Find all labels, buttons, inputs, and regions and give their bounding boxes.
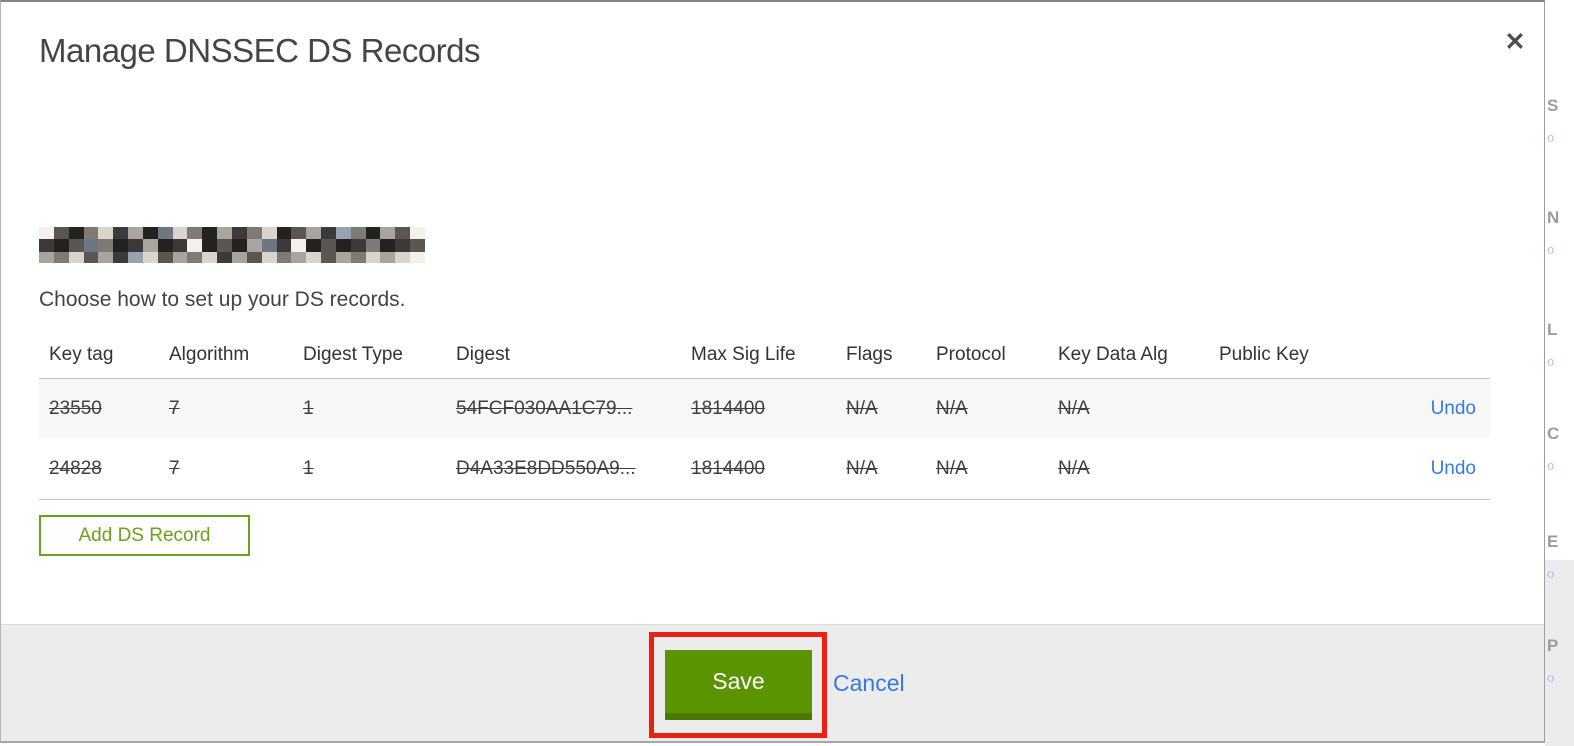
cell-algorithm: 7 [169, 397, 180, 419]
background-text-fragment: o [1547, 458, 1555, 473]
cell-digest-type: 1 [303, 397, 314, 419]
redacted-domain-name [39, 227, 425, 263]
table-row: 24828 7 1 D4A33E8DD550A9... 1814400 N/A … [39, 438, 1490, 500]
background-text-fragment: P [1547, 636, 1559, 655]
cell-key-tag: 23550 [49, 397, 102, 419]
column-header-key-data-alg: Key Data Alg [1058, 344, 1168, 365]
background-text-fragment: C [1547, 424, 1560, 443]
undo-link[interactable]: Undo [1431, 398, 1476, 419]
save-button[interactable]: Save [665, 650, 812, 720]
column-header-flags: Flags [846, 344, 893, 365]
cell-digest-type: 1 [303, 457, 314, 479]
cell-algorithm: 7 [169, 457, 180, 479]
background-text-fragment: L [1547, 320, 1558, 339]
cell-key-tag: 24828 [49, 457, 102, 479]
background-text-fragment: o [1547, 670, 1555, 685]
background-text-fragment: N [1547, 208, 1560, 227]
column-header-protocol: Protocol [936, 344, 1006, 365]
column-header-max-sig-life: Max Sig Life [691, 344, 796, 365]
cell-digest: 54FCF030AA1C79... [456, 397, 633, 419]
cell-flags: N/A [846, 457, 878, 479]
cell-digest: D4A33E8DD550A9... [456, 457, 636, 479]
cell-max-sig-life: 1814400 [691, 457, 765, 479]
ds-records-table: Key tag Algorithm Digest Type Digest Max… [39, 332, 1490, 500]
cancel-link[interactable]: Cancel [833, 670, 905, 697]
cell-protocol: N/A [936, 457, 968, 479]
undo-link[interactable]: Undo [1431, 458, 1476, 479]
background-text-fragment: o [1547, 566, 1555, 581]
column-header-key-tag: Key tag [49, 344, 114, 365]
background-text-fragment: S [1547, 96, 1559, 115]
column-header-digest-type: Digest Type [303, 344, 403, 365]
instruction-text: Choose how to set up your DS records. [39, 288, 406, 311]
add-ds-record-button[interactable]: Add DS Record [39, 515, 250, 556]
background-text-fragment: o [1547, 130, 1555, 145]
close-icon[interactable]: ✕ [1497, 24, 1533, 60]
table-row: 23550 7 1 54FCF030AA1C79... 1814400 N/A … [39, 379, 1490, 438]
column-header-public-key: Public Key [1219, 344, 1309, 365]
screen: SoNoLoCoEoPo Manage DNSSEC DS Records ✕ … [0, 0, 1574, 746]
dialog-title: Manage DNSSEC DS Records [39, 32, 481, 69]
background-text-fragment: E [1547, 532, 1559, 551]
background-text-fragment: o [1547, 354, 1555, 369]
cell-key-data-alg: N/A [1058, 397, 1090, 419]
background-text-fragment: o [1547, 242, 1555, 257]
cell-key-data-alg: N/A [1058, 457, 1090, 479]
background-page-strip: SoNoLoCoEoPo [1545, 0, 1574, 746]
table-header-row: Key tag Algorithm Digest Type Digest Max… [39, 332, 1490, 379]
cell-protocol: N/A [936, 397, 968, 419]
manage-dnssec-ds-records-dialog: Manage DNSSEC DS Records ✕ Choose how to… [0, 0, 1545, 743]
column-header-digest: Digest [456, 344, 510, 365]
cell-max-sig-life: 1814400 [691, 397, 765, 419]
cell-flags: N/A [846, 397, 878, 419]
column-header-algorithm: Algorithm [169, 344, 250, 365]
